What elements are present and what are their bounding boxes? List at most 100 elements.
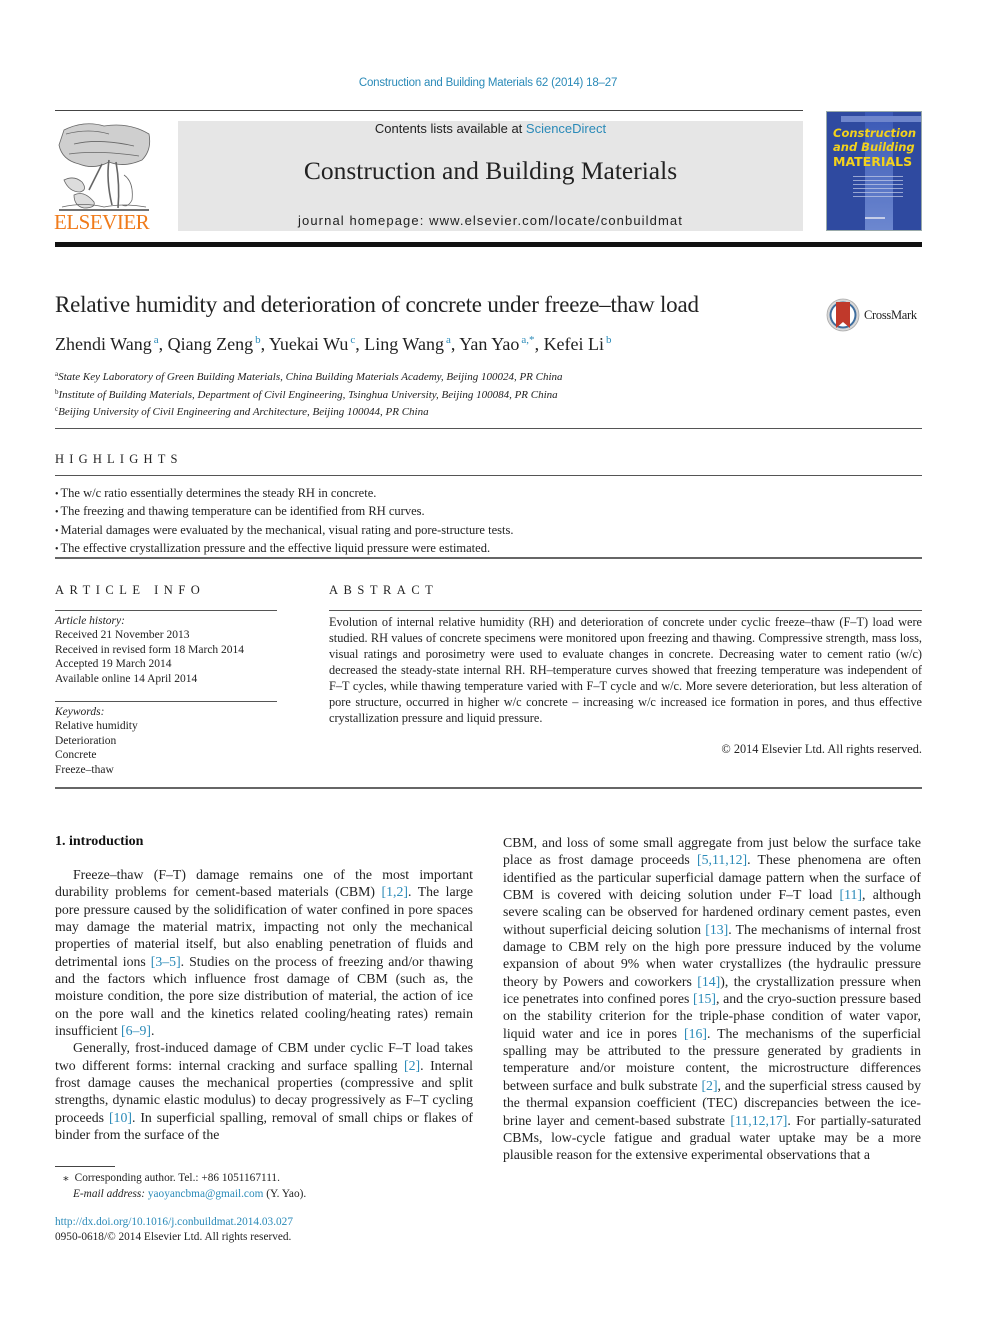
- author-name: Qiang Zeng: [167, 334, 254, 354]
- corresponding-author-note: ⁎ Corresponding author. Tel.: +86 1051167…: [55, 1170, 306, 1186]
- author-name: Kefei Li: [543, 334, 605, 354]
- cover-line-1: Construction: [833, 126, 917, 140]
- affiliation-mark[interactable]: a: [154, 334, 159, 346]
- cover-band: [841, 116, 921, 122]
- affiliation: cBeijing University of Civil Engineering…: [55, 402, 563, 420]
- highlights-list: The w/c ratio essentially determines the…: [55, 485, 514, 558]
- author-name: Zhendi Wang: [55, 334, 152, 354]
- cover-title: Construction and Building: [833, 126, 916, 154]
- body-paragraph: CBM, and loss of some small aggregate fr…: [503, 835, 922, 1163]
- divider: [55, 701, 277, 702]
- author[interactable]: Ling Wang a: [364, 334, 451, 354]
- citation-link[interactable]: [2]: [404, 1058, 420, 1073]
- author[interactable]: Yan Yao a,*: [459, 334, 534, 354]
- history-entry: Received 21 November 2013: [55, 629, 190, 642]
- journal-homepage[interactable]: journal homepage: www.elsevier.com/locat…: [178, 213, 803, 228]
- citation-link[interactable]: [11]: [840, 887, 862, 902]
- cover-line-3: MATERIALS: [833, 154, 913, 169]
- citation-link[interactable]: [5,11,12]: [697, 852, 747, 867]
- footnote-rule: [55, 1166, 115, 1167]
- author-name: Yan Yao: [459, 334, 520, 354]
- citation-link[interactable]: [10]: [109, 1110, 132, 1125]
- author-list: Zhendi Wang a, Qiang Zeng b, Yuekai Wu c, L…: [55, 334, 612, 354]
- keywords: Keywords: Relative humidity Deterioratio…: [55, 705, 138, 777]
- email-link[interactable]: yaoyancbma@gmail.com: [148, 1188, 264, 1200]
- citation-link[interactable]: [3–5]: [151, 954, 181, 969]
- highlight-item: The effective crystallization pressure a…: [55, 540, 513, 558]
- author[interactable]: Kefei Li b: [544, 334, 612, 354]
- contents-availability: Contents lists available at ScienceDirec…: [178, 121, 803, 136]
- cover-publisher-mark: [865, 217, 885, 219]
- highlight-item: The w/c ratio essentially determines the…: [55, 485, 513, 503]
- masthead-rule: [55, 242, 922, 247]
- doi-link[interactable]: http://dx.doi.org/10.1016/j.conbuildmat.…: [55, 1216, 293, 1228]
- history-label: Article history:: [55, 615, 125, 627]
- affiliation-mark[interactable]: a: [446, 334, 451, 346]
- body-column-left: Freeze–thaw (F–T) damage remains one of …: [55, 866, 473, 1144]
- author[interactable]: Qiang Zeng b: [168, 334, 261, 354]
- citation-link[interactable]: [11,12,17]: [730, 1113, 787, 1128]
- footnote: ⁎ Corresponding author. Tel.: +86 1051167…: [55, 1170, 306, 1202]
- citation-link[interactable]: [15]: [693, 991, 716, 1006]
- divider: [55, 610, 277, 611]
- affiliation: aState Key Laboratory of Green Building …: [55, 367, 563, 385]
- affiliation-text: State Key Laboratory of Green Building M…: [58, 371, 563, 383]
- doi-block: http://dx.doi.org/10.1016/j.conbuildmat.…: [55, 1215, 293, 1245]
- affiliations: aState Key Laboratory of Green Building …: [55, 367, 563, 420]
- email-line: E-mail address: yaoyancbma@gmail.com (Y.…: [55, 1186, 306, 1202]
- highlight-item: Material damages were evaluated by the m…: [55, 522, 514, 540]
- author-name: Ling Wang: [364, 334, 444, 354]
- affiliation-mark[interactable]: c: [350, 334, 355, 346]
- body-paragraph: Generally, frost-induced damage of CBM u…: [55, 1040, 474, 1143]
- abstract-copyright: © 2014 Elsevier Ltd. All rights reserved…: [721, 742, 922, 756]
- crossmark-icon[interactable]: [826, 298, 860, 332]
- sciencedirect-link[interactable]: ScienceDirect: [526, 121, 606, 136]
- crossmark-label[interactable]: CrossMark: [864, 308, 917, 323]
- highlight-item: The freezing and thawing temperature can…: [55, 503, 513, 521]
- elsevier-wordmark: ELSEVIER: [54, 210, 150, 234]
- citation-link[interactable]: [16]: [684, 1026, 707, 1041]
- divider: [55, 428, 922, 429]
- author[interactable]: Zhendi Wang a: [55, 334, 159, 354]
- keyword: Deterioration: [55, 734, 117, 747]
- cover-line-2: and Building: [833, 140, 915, 154]
- citation-link[interactable]: [1,2]: [382, 884, 408, 899]
- history-entry: Accepted 19 March 2014: [55, 658, 172, 671]
- affiliation: bInstitute of Building Materials, Depart…: [55, 385, 563, 403]
- contents-prefix: Contents lists available at: [374, 121, 526, 136]
- journal-citation-link[interactable]: Construction and Building Materials 62 (…: [0, 77, 976, 89]
- divider: [329, 610, 922, 611]
- keyword: Relative humidity: [55, 720, 138, 733]
- keywords-label: Keywords:: [55, 706, 105, 718]
- journal-title: Construction and Building Materials: [303, 156, 678, 185]
- affiliation-text: Beijing University of Civil Engineering …: [58, 406, 429, 418]
- citation-link[interactable]: [13]: [705, 922, 728, 937]
- corresponding-text: Corresponding author. Tel.: +86 10511671…: [74, 1172, 280, 1184]
- article-title: Relative humidity and deterioration of c…: [55, 292, 699, 317]
- citation-link[interactable]: [2]: [701, 1078, 717, 1093]
- affiliation-mark[interactable]: a,*: [521, 334, 534, 346]
- asterisk-mark: ⁎: [63, 1172, 69, 1184]
- issn-copyright: 0950-0618/© 2014 Elsevier Ltd. All right…: [55, 1231, 292, 1243]
- divider: [55, 557, 922, 559]
- history-entry: Available online 14 April 2014: [55, 672, 198, 685]
- article-history: Article history: Received 21 November 20…: [55, 614, 244, 686]
- citation-link[interactable]: [6–9]: [121, 1023, 151, 1038]
- affiliation-mark[interactable]: b: [606, 334, 612, 346]
- highlights-heading: HIGHLIGHTS: [55, 452, 183, 466]
- section-heading: 1. introduction: [55, 834, 144, 849]
- email-label: E-mail address:: [73, 1188, 146, 1200]
- divider: [55, 475, 922, 476]
- body-paragraph: Freeze–thaw (F–T) damage remains one of …: [55, 867, 474, 1039]
- abstract-text: Evolution of internal relative humidity …: [329, 615, 922, 725]
- citation-link[interactable]: [14]: [697, 974, 720, 989]
- affiliation-mark[interactable]: b: [255, 334, 261, 346]
- email-suffix: (Y. Yao).: [263, 1188, 307, 1200]
- history-entry: Received in revised form 18 March 2014: [55, 643, 245, 656]
- cover-fine-print: [853, 176, 903, 200]
- author[interactable]: Yuekai Wu c: [269, 334, 355, 354]
- keyword: Concrete: [55, 749, 97, 762]
- author-name: Yuekai Wu: [268, 334, 349, 354]
- divider: [55, 787, 922, 789]
- article-info-heading: ARTICLE INFO: [55, 583, 206, 597]
